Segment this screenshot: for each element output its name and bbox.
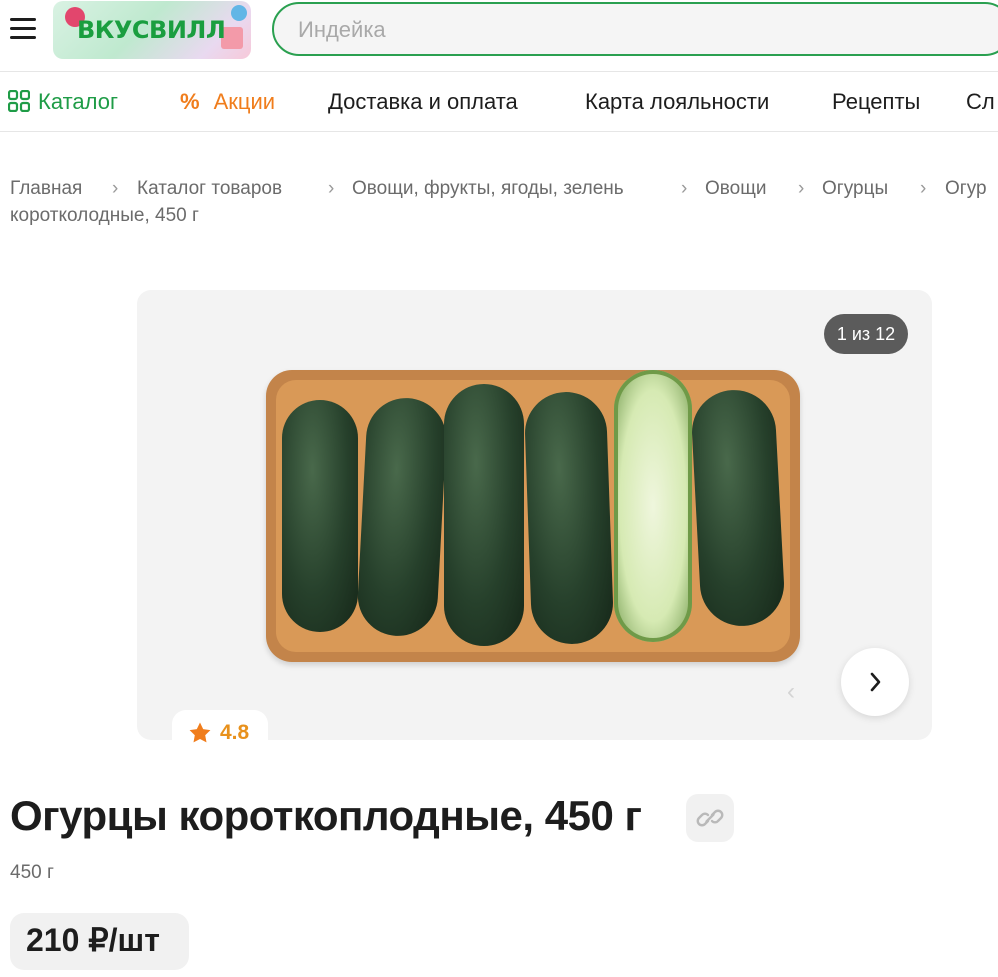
ornament-decoration xyxy=(231,5,247,21)
search-input[interactable] xyxy=(296,16,900,44)
search-bar[interactable] xyxy=(272,2,998,56)
nav-recipes[interactable]: Рецепты xyxy=(832,89,920,115)
price-badge: 210 ₽/шт xyxy=(10,913,189,970)
image-counter: 1 из 12 xyxy=(824,314,908,354)
logo[interactable]: ВКУСВИЛЛ xyxy=(53,1,251,59)
nav-loyalty[interactable]: Карта лояльности xyxy=(585,89,769,115)
rating-value: 4.8 xyxy=(220,721,250,744)
product-price: 210 ₽/шт xyxy=(26,922,160,958)
nav-delivery[interactable]: Доставка и оплата xyxy=(328,89,518,115)
product-title: Огурцы короткоплодные, 450 г xyxy=(10,792,642,839)
chevron-right-icon: › xyxy=(798,178,805,199)
divider xyxy=(0,131,998,132)
breadcrumb-vegetables-fruits[interactable]: Овощи, фрукты, ягоды, зелень xyxy=(352,172,624,206)
nav-more-label: Сл xyxy=(966,89,995,114)
logo-text: ВКУСВИЛЛ xyxy=(77,16,226,44)
link-icon xyxy=(696,809,724,827)
breadcrumb-catalog[interactable]: Каталог товаров xyxy=(137,172,282,206)
nav-catalog[interactable]: Каталог xyxy=(7,89,118,115)
breadcrumb-home[interactable]: Главная xyxy=(10,172,82,206)
breadcrumb-vegetables[interactable]: Овощи xyxy=(705,172,766,206)
breadcrumb-cucumbers[interactable]: Огурцы xyxy=(822,172,888,206)
breadcrumb-current: Огур xyxy=(945,178,987,199)
nav-delivery-label: Доставка и оплата xyxy=(328,89,518,114)
star-icon xyxy=(189,722,211,743)
chevron-right-icon: › xyxy=(112,178,119,199)
product-image xyxy=(266,370,800,662)
nav-catalog-label: Каталог xyxy=(38,89,118,114)
copy-link-button[interactable] xyxy=(686,794,734,842)
chevron-right-icon: › xyxy=(681,178,688,199)
grid-icon xyxy=(7,89,31,113)
nav-more[interactable]: Сл xyxy=(966,89,995,115)
nav-promotions-label: Акции xyxy=(213,89,276,114)
rating-badge: 4.8 xyxy=(172,710,268,756)
chevron-right-icon xyxy=(870,672,881,692)
nav-recipes-label: Рецепты xyxy=(832,89,921,114)
breadcrumb-current-continued: коротколодные, 450 г xyxy=(10,205,199,226)
chevron-right-icon: › xyxy=(328,178,335,199)
nav-promotions[interactable]: % Акции xyxy=(180,89,275,115)
chevron-right-icon: › xyxy=(920,178,927,199)
next-image-button[interactable] xyxy=(841,648,909,716)
menu-icon[interactable] xyxy=(10,18,36,40)
chevron-left-icon[interactable]: ‹ xyxy=(787,678,795,706)
percent-icon: % xyxy=(180,89,200,114)
product-gallery[interactable]: 1 из 12 ‹ xyxy=(137,290,932,740)
main-nav: Каталог % Акции Доставка и оплата Карта л… xyxy=(0,72,998,132)
product-weight: 450 г xyxy=(10,862,54,883)
nav-loyalty-label: Карта лояльности xyxy=(585,89,770,114)
